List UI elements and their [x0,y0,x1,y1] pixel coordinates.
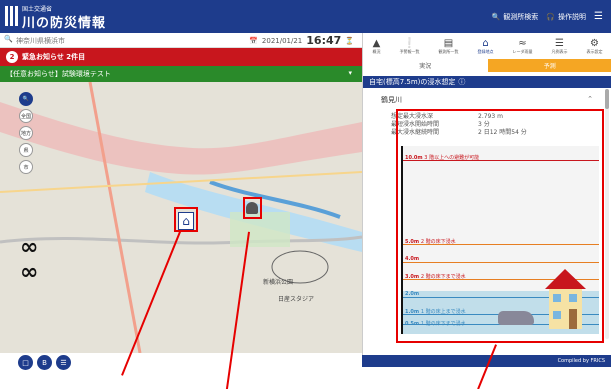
tab-stations[interactable]: ▤ 観測所一覧 [439,38,459,55]
app-title: 川の防災情報 [22,16,107,31]
current-date: 2021/01/21 [261,36,303,45]
hamburger-icon: ☰ [594,11,603,22]
bottom-toolbar: □ B ☰ [0,355,362,389]
datetime-display: 📅 2021/01/21 16:47 ⏳ [249,34,354,47]
list-icon: ☰ [555,37,564,49]
wrench-icon: ⚙ [590,37,599,49]
map-search-button[interactable]: 🔍 [19,92,33,106]
tab-overview[interactable]: ▲ 概況 [373,38,381,55]
map-label-park: 新横浜公園 [263,279,294,286]
home-icon: ⌂ [482,37,489,49]
map-view[interactable]: 🔍 全国 地方 県 市 ∞ ∞ 新横浜公園 日産スタジア ⌂ [0,82,362,353]
panel-title: 自宅(標高7.5m)の浸水想定 [369,78,456,86]
calendar-icon: 📅 [249,36,258,45]
radar-icon: ≈ [518,37,527,49]
notice-text: 【任意お知らせ】試験環境テスト [6,70,111,78]
feature-tabs: ▲ 概況 ❕ 予警報一覧 ▤ 観測所一覧 ⌂ 登録地点 ≈ レーダ雨量 ☰ 凡例表示 ⚙ 表示… [363,33,611,59]
tab-registered[interactable]: ⌂ 登録地点 [478,38,494,55]
help-label: 操作説明 [558,12,587,21]
basemap-button[interactable]: B [37,355,52,370]
tab-legend[interactable]: ☰ 凡例表示 [552,38,568,55]
mode-tabs: 実況 予測 [363,59,611,72]
help-circle-icon[interactable]: ⓘ [458,77,465,87]
infinity-icon: ∞ [20,235,39,260]
home-highlight-box [174,207,198,232]
chevron-up-icon[interactable]: ⌃ [587,95,593,103]
map-level-buttons: 🔍 全国 地方 県 市 [19,92,33,174]
tab-settings[interactable]: ⚙ 表示設定 [587,38,603,55]
left-panel: 🔍 神奈川県横浜市 📅 2021/01/21 16:47 ⏳ 2 緊急お知らせ … [0,33,362,355]
layer-button[interactable]: □ [18,355,33,370]
tab-warnings[interactable]: ❕ 予警報一覧 [400,38,420,55]
tab-live[interactable]: 実況 [363,59,488,72]
search-icon: 🔍 [4,35,13,43]
alert-count-badge: 2 [6,51,18,63]
panel-title-bar: 自宅(標高7.5m)の浸水想定 ⓘ [363,76,611,88]
header-actions: 🔍 観測所検索 🎧 操作説明 ☰ [492,11,603,22]
map-level-button-1[interactable]: 地方 [19,126,33,140]
search-icon: 🔍 [491,12,501,21]
location-search-text: 神奈川県横浜市 [16,37,65,45]
building-icon: ▤ [443,37,454,49]
map-label-stadium: 日産スタジア [278,296,315,303]
notice-bar[interactable]: 【任意お知らせ】試験環境テスト ▾ [0,66,362,82]
alert-text: 緊急お知らせ 2件目 [22,53,86,61]
emergency-alert-bar[interactable]: 2 緊急お知らせ 2件目 [0,48,362,66]
warning-icon: ▲ [372,37,381,49]
flood-chart-highlight-box [396,109,604,343]
help-button[interactable]: 🎧 操作説明 [546,12,586,22]
infinity-icon: ∞ [20,260,39,285]
scrollbar-thumb[interactable] [605,89,609,109]
station-search-label: 観測所検索 [503,12,539,21]
map-level-button-2[interactable]: 県 [19,143,33,157]
current-time: 16:47 [306,34,342,47]
info-icon: ❕ [403,37,416,49]
map-level-button-3[interactable]: 市 [19,160,33,174]
headset-icon: 🎧 [546,12,556,21]
logo-icon [5,6,18,26]
station-highlight-box [243,197,262,219]
river-name: 鶴見川 [381,96,402,104]
tab-forecast[interactable]: 予測 [487,59,611,72]
header-bar: 国土交通省 川の防災情報 🔍 観測所検索 🎧 操作説明 ☰ [0,0,611,33]
station-search-button[interactable]: 🔍 観測所検索 [492,12,539,22]
location-search-bar[interactable]: 🔍 神奈川県横浜市 📅 2021/01/21 16:47 ⏳ [0,33,362,48]
right-panel: ▲ 概況 ❕ 予警報一覧 ▤ 観測所一覧 ⌂ 登録地点 ≈ レーダ雨量 ☰ 凡例表示 ⚙ 表示… [362,33,611,355]
list-button[interactable]: ☰ [56,355,71,370]
menu-button[interactable]: ☰ [594,11,603,22]
chevron-down-icon: ▾ [348,69,352,77]
clock-icon: ⏳ [345,36,354,45]
tab-radar[interactable]: ≈ レーダ雨量 [513,38,533,55]
panel-scrollbar[interactable] [605,89,609,339]
bottom-buttons: □ B ☰ [18,355,71,370]
map-level-button-0[interactable]: 全国 [19,109,33,123]
